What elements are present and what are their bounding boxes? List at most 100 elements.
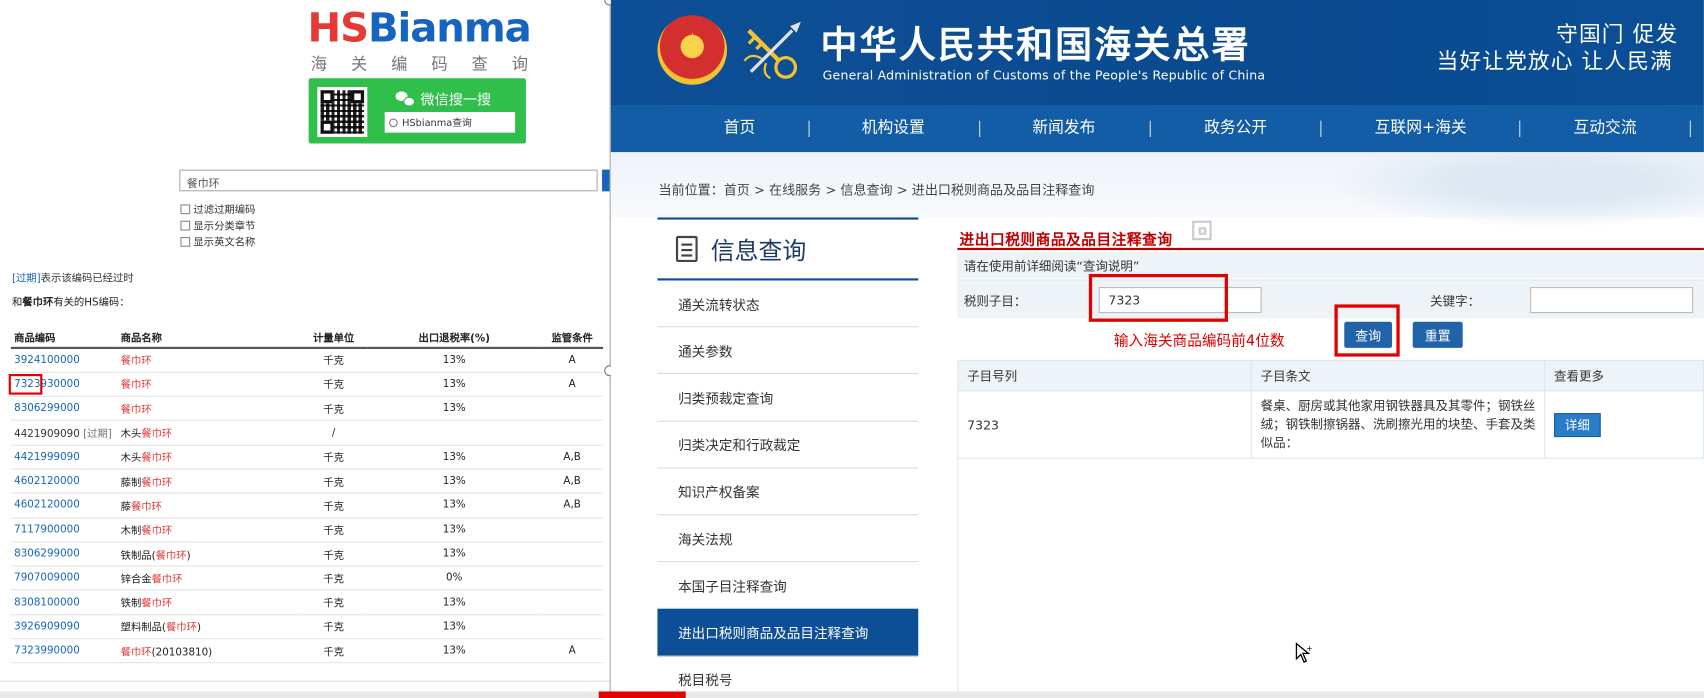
hs-code-link[interactable]: 3924100000 (10, 347, 118, 373)
hs-code-link[interactable]: 4421909090 [过期] (10, 420, 118, 446)
export-rebate-rate: 13% (367, 493, 542, 519)
hs-code-link[interactable]: 8306299000 (10, 396, 118, 422)
search-icon (389, 117, 398, 127)
hs-code-link[interactable]: 4602120000 (10, 469, 118, 494)
product-name: 藤餐巾环 (117, 493, 300, 519)
table-row[interactable]: 7323990000 餐巾环(20103810) 千克 13% A (10, 638, 604, 664)
hs-code[interactable]: 3924100000 (14, 354, 80, 366)
hs-code[interactable]: 4602120000 (14, 475, 80, 487)
hs-code-link[interactable]: 8306299000 (10, 541, 118, 567)
nav-internet-customs[interactable]: 互联网+海关 (1375, 105, 1467, 152)
logo-sub-char: 询 (511, 54, 529, 74)
sidebar-item-clearance-status[interactable]: 通关流转状态 (657, 280, 919, 328)
horizontal-scrollbar[interactable] (610, 691, 1704, 698)
hs-code-link[interactable]: 7907009000 (10, 566, 118, 591)
sidebar-item-clearance-params[interactable]: 通关参数 (657, 327, 919, 375)
table-row[interactable]: 4421999090 木头餐巾环 千克 13% A,B (10, 444, 604, 470)
table-row[interactable]: 3926909090 塑料制品(餐巾环) 千克 13% (10, 614, 604, 640)
supervision-condition (541, 541, 604, 567)
highlight-box (1088, 273, 1228, 322)
breadcrumb[interactable]: 当前位置：首页 > 在线服务 > 信息查询 > 进出口税则商品及品目注释查询 (659, 180, 1095, 198)
export-rebate-rate: 13% (367, 372, 542, 397)
show-chapters-checkbox[interactable]: 显示分类章节 (180, 217, 255, 233)
wechat-search-banner[interactable]: 微信搜一搜 HSbianma查询 (308, 78, 526, 144)
name-keyword: 餐巾环 (141, 598, 173, 611)
checkbox-box[interactable] (180, 220, 191, 230)
hs-code[interactable]: 4421999090 (14, 451, 80, 463)
hs-code-link[interactable]: 4421999090 (10, 444, 118, 470)
show-english-checkbox[interactable]: 显示英文名称 (180, 234, 255, 249)
hs-code-link[interactable]: 7117900000 (10, 517, 118, 543)
checkbox-box[interactable] (180, 203, 191, 214)
unit: 千克 (299, 469, 368, 494)
table-row[interactable]: 8306299000 铁制品(餐巾环) 千克 13% (10, 541, 604, 567)
sidebar-item-pre-ruling[interactable]: 归类预裁定查询 (657, 374, 919, 422)
detail-button[interactable]: 详细 (1553, 412, 1601, 437)
query-form: 税则子目： 7323 关键字： (957, 279, 1704, 319)
mouse-cursor-icon: + (1295, 642, 1313, 663)
table-row[interactable]: 4602120000 藤餐巾环 千克 13% A,B (10, 493, 604, 519)
table-row[interactable]: 8308100000 铁制餐巾环 千克 13% (10, 590, 604, 616)
sidebar-item-customs-law[interactable]: 海关法规 (657, 515, 919, 563)
sidebar-item-tariff-query[interactable]: 进出口税则商品及品目注释查询 (657, 609, 919, 657)
table-row[interactable]: 7323930000 餐巾环 千克 13% A (10, 372, 604, 397)
table-row[interactable]: 7907009000 锌合金餐巾环 千克 0% (10, 566, 604, 591)
search-input[interactable]: 餐巾环 (179, 169, 598, 192)
wechat-search-box[interactable]: HSbianma查询 (384, 111, 516, 133)
usage-notice[interactable]: 请在使用前详细阅读“查询说明” (957, 252, 1704, 279)
unit: 千克 (299, 347, 368, 373)
nav-public-affairs[interactable]: 政务公开 (1204, 105, 1267, 152)
sidebar-title: 信息查询 (710, 238, 807, 266)
hsbianma-logo[interactable]: HSBianma (307, 4, 532, 52)
sidebar-item-classification-ruling[interactable]: 归类决定和行政裁定 (657, 421, 919, 469)
col-header: 商品名称 (117, 327, 300, 349)
hs-code[interactable]: 7907009000 (14, 572, 80, 584)
table-row[interactable]: 4421909090 [过期] 木头餐巾环 / (10, 420, 604, 446)
hsbianma-panel: HSBianma 海 关 编 码 查 询 微信搜一搜 HSbianma查询 餐巾… (0, 0, 610, 698)
hs-code-table: 商品编码 商品名称 计量单位 出口退税率(%) 监管条件 3924100000 餐… (10, 327, 604, 664)
horizontal-scrollbar[interactable] (0, 691, 609, 698)
product-name: 藤制餐巾环 (117, 469, 300, 494)
product-name: 餐巾环 (117, 347, 300, 373)
hs-code-link[interactable]: 4602120000 (10, 493, 118, 519)
checkbox-box[interactable] (180, 236, 191, 247)
hs-code[interactable]: 4421909090 (14, 428, 80, 440)
name-keyword: 餐巾环 (141, 452, 173, 465)
export-rebate-rate: 13% (367, 469, 542, 494)
nav-news[interactable]: 新闻发布 (1032, 105, 1095, 152)
reset-button[interactable]: 重置 (1412, 321, 1463, 348)
name-keyword: 餐巾环 (120, 646, 152, 659)
table-row[interactable]: 8306299000 餐巾环 千克 13% (10, 396, 604, 422)
filter-expired-checkbox[interactable]: 过滤过期编码 (180, 201, 255, 216)
related-keyword: 餐巾环 (22, 296, 54, 309)
sidebar-item-ip-record[interactable]: 知识产权备案 (657, 468, 919, 516)
hs-code[interactable]: 8308100000 (14, 596, 80, 608)
nav-separator (1689, 120, 1691, 137)
hs-code-link[interactable]: 8308100000 (10, 590, 118, 616)
sidebar-item-national-notes[interactable]: 本国子目注释查询 (657, 562, 919, 610)
table-row[interactable]: 3924100000 餐巾环 千克 13% A (10, 347, 604, 373)
hs-code[interactable]: 4602120000 (14, 499, 80, 511)
logo-part-hs: HS (307, 4, 370, 52)
name-prefix: 塑料制品( (120, 622, 166, 635)
print-icon[interactable] (1192, 220, 1212, 241)
nav-organization[interactable]: 机构设置 (862, 105, 925, 152)
hs-code-link[interactable]: 3926909090 (10, 614, 118, 640)
hs-code[interactable]: 8306299000 (14, 548, 80, 560)
supervision-condition (541, 396, 604, 422)
search-button[interactable] (602, 169, 610, 192)
table-row[interactable]: 4602120000 藤制餐巾环 千克 13% A,B (10, 469, 604, 494)
hs-code[interactable]: 3926909090 (14, 621, 80, 633)
col-header: 子目条文 (1250, 359, 1546, 392)
hs-code[interactable]: 7323990000 (14, 645, 80, 657)
keyword-input[interactable] (1530, 287, 1694, 314)
hs-code[interactable]: 7117900000 (14, 524, 80, 536)
nav-interaction[interactable]: 互动交流 (1574, 105, 1637, 152)
nav-home[interactable]: 首页 (724, 105, 756, 152)
hs-code-link[interactable]: 7323990000 (10, 638, 118, 664)
col-header: 监管条件 (541, 327, 604, 349)
col-header: 商品编码 (10, 327, 118, 349)
table-row[interactable]: 7117900000 木制餐巾环 千克 13% (10, 517, 604, 543)
hs-code[interactable]: 8306299000 (14, 403, 80, 415)
logo-sub-char: 查 (471, 54, 488, 74)
